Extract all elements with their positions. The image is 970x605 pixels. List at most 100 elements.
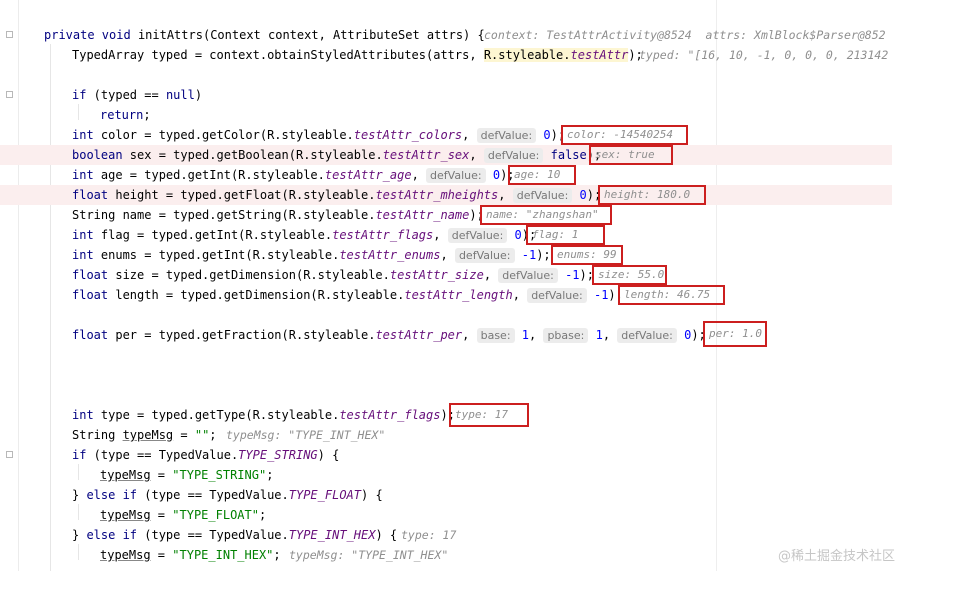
argument-value: -1 xyxy=(521,248,537,262)
code-line-signature: private void initAttrs(Context context, … xyxy=(0,25,892,45)
code-segment: ; xyxy=(273,548,281,562)
code-line-null-check: if (typed == null) xyxy=(0,85,892,105)
code-segment: per = typed.getFraction(R.styleable. xyxy=(108,328,376,342)
code-segment: sex = typed.getBoolean(R.styleable. xyxy=(122,148,383,162)
code-segment: type = typed.getType(R.styleable. xyxy=(93,408,340,422)
usage-highlight: R.styleable. xyxy=(483,48,571,62)
string-literal: "TYPE_INT_HEX" xyxy=(172,548,274,562)
code-segment: (type == TypedValue. xyxy=(137,488,289,502)
code-text: int enums = typed.getInt(R.styleable.tes… xyxy=(72,245,551,265)
styleable-field: testAttr_age xyxy=(324,168,412,182)
constant: TYPE_INT_HEX xyxy=(288,528,376,542)
keyword: if xyxy=(72,88,87,102)
styleable-field: testAttr_per xyxy=(375,328,463,342)
styleable-field: testAttr_name xyxy=(375,208,470,222)
code-line-return: return; xyxy=(0,105,892,125)
variable-name: typeMsg xyxy=(100,548,151,562)
code-segment: TypedArray typed = context.obtainStyledA… xyxy=(72,48,484,62)
keyword: int xyxy=(72,248,94,262)
string-literal: "" xyxy=(194,428,210,442)
keyword: float xyxy=(72,188,109,202)
code-segment: ; xyxy=(266,468,274,482)
code-segment: , xyxy=(469,148,477,162)
code-text: float per = typed.getFraction(R.styleabl… xyxy=(72,328,706,343)
keyword: float xyxy=(72,288,109,302)
string-literal: "TYPE_FLOAT" xyxy=(172,508,259,522)
code-segment: age = typed.getInt(R.styleable. xyxy=(93,168,325,182)
code-text: float height = typed.getFloat(R.styleabl… xyxy=(72,185,601,205)
param-hint: defValue: xyxy=(426,168,486,183)
code-text: int color = typed.getColor(R.styleable.t… xyxy=(72,125,565,145)
code-segment: , xyxy=(512,288,520,302)
code-text: } else if (type == TypedValue.TYPE_INT_H… xyxy=(72,525,397,545)
param-hint: defValue: xyxy=(447,228,508,243)
debug-value: context: TestAttrActivity@8524 attrs: Xm… xyxy=(484,28,886,42)
code-segment: } xyxy=(72,528,87,542)
code-segment: flag = typed.getInt(R.styleable. xyxy=(93,228,333,242)
code-segment: , xyxy=(433,228,441,242)
method-params: (Context context, AttributeSet attrs) { xyxy=(202,28,485,42)
constant: TYPE_STRING xyxy=(238,448,318,462)
code-segment: , xyxy=(498,188,506,202)
code-line-get-size: float size = typed.getDimension(R.stylea… xyxy=(0,265,892,285)
code-segment: , xyxy=(462,128,470,142)
code-segment: color = typed.getColor(R.styleable. xyxy=(93,128,354,142)
code-segment: (typed == xyxy=(86,88,166,102)
param-hint: defValue: xyxy=(617,328,677,343)
styleable-field: testAttr_mheights xyxy=(375,188,499,202)
code-line-get-height: float height = typed.getFloat(R.styleabl… xyxy=(0,185,892,205)
styleable-field: testAttr_length xyxy=(404,288,513,302)
argument-value: -1 xyxy=(565,268,580,282)
code-text: float length = typed.getDimension(R.styl… xyxy=(72,285,623,305)
styleable-field: testAttr_enums xyxy=(339,248,441,262)
code-text: TypedArray typed = context.obtainStyledA… xyxy=(72,45,643,65)
variable-name: typeMsg xyxy=(122,428,174,442)
code-segment: ); xyxy=(536,248,551,262)
string-literal: "TYPE_STRING" xyxy=(172,468,267,482)
debug-annotation-box: enums: 99 xyxy=(551,245,623,265)
code-segment: length = typed.getDimension(R.styleable. xyxy=(108,288,405,302)
argument-value: 0 xyxy=(543,128,551,142)
code-line-assign-string: typeMsg = "TYPE_STRING"; xyxy=(0,465,892,485)
debug-value: typed: "[16, 10, -1, 0, 0, 0, 213142 xyxy=(639,48,889,62)
code-text: int flag = typed.getInt(R.styleable.test… xyxy=(72,225,536,245)
code-segment: ; xyxy=(258,508,267,522)
code-line-typed-array: TypedArray typed = context.obtainStyledA… xyxy=(0,45,892,65)
debug-value: typeMsg: "TYPE_INT_HEX" xyxy=(289,548,449,562)
code-segment: , xyxy=(440,248,448,262)
param-hint: defValue: xyxy=(483,148,544,163)
debug-value: typeMsg: "TYPE_INT_HEX" xyxy=(226,428,386,442)
code-segment: = xyxy=(173,428,195,442)
code-segment: ; xyxy=(143,108,151,122)
argument-value: 1 xyxy=(521,328,529,342)
code-segment: , xyxy=(411,168,419,182)
debug-annotation-box: color: -14540254 xyxy=(561,125,688,145)
styleable-field: testAttr_colors xyxy=(353,128,463,142)
keyword: int xyxy=(72,128,94,142)
debug-annotation-box: per: 1.0 xyxy=(703,321,767,347)
debug-annotation-box: size: 55.0 xyxy=(592,265,667,285)
keyword: boolean xyxy=(72,148,123,162)
param-hint: defValue: xyxy=(454,248,515,263)
code-segment: } xyxy=(72,488,87,502)
styleable-field: testAttr xyxy=(570,48,629,62)
code-segment: ) { xyxy=(375,528,398,542)
code-line-get-age: int age = typed.getInt(R.styleable.testA… xyxy=(0,165,892,185)
code-text: int type = typed.getType(R.styleable.tes… xyxy=(72,405,455,425)
code-line-assign-hex: typeMsg = "TYPE_INT_HEX"; typeMsg: "TYPE… xyxy=(0,545,892,565)
code-text: int age = typed.getInt(R.styleable.testA… xyxy=(72,165,515,185)
keyword: else if xyxy=(86,488,138,502)
code-line-assign-float: typeMsg = "TYPE_FLOAT"; xyxy=(0,505,892,525)
debug-value: type: 17 xyxy=(401,528,457,542)
code-segment: enums = typed.getInt(R.styleable. xyxy=(93,248,340,262)
variable-name: typeMsg xyxy=(100,508,151,522)
debug-annotation-box: name: "zhangshan" xyxy=(480,205,612,225)
code-line-get-length: float length = typed.getDimension(R.styl… xyxy=(0,285,892,305)
variable-name: typeMsg xyxy=(100,468,151,482)
type-name: String xyxy=(72,208,116,222)
keyword: float xyxy=(72,268,109,282)
code-text: } else if (type == TypedValue.TYPE_FLOAT… xyxy=(72,485,383,505)
code-segment: = xyxy=(150,508,173,522)
code-text: private void initAttrs(Context context, … xyxy=(44,25,485,45)
argument-value: -1 xyxy=(593,288,609,302)
